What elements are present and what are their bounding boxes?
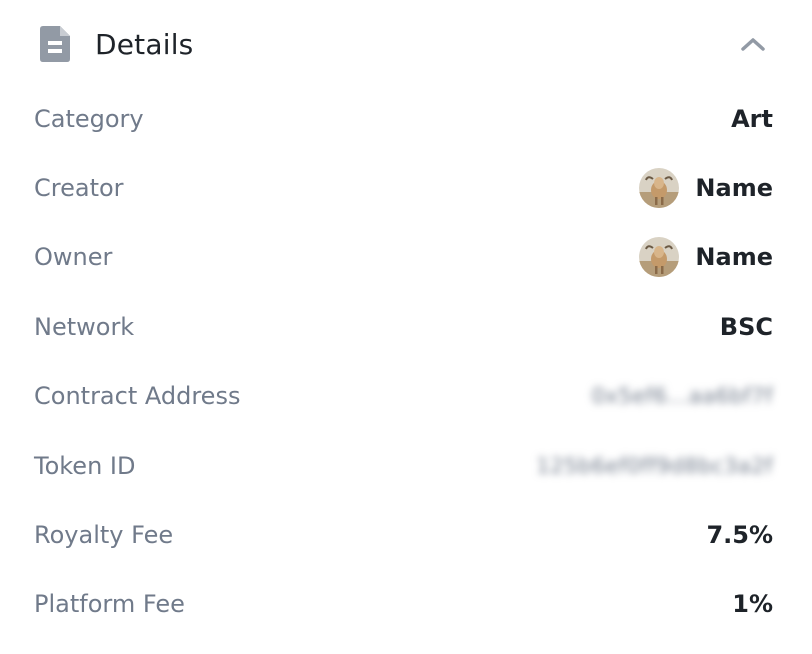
royalty-fee-value: 7.5% [706, 521, 773, 550]
detail-row-category: Category Art [34, 84, 773, 153]
network-label: Network [34, 312, 135, 341]
detail-row-token-id: Token ID 125b6ef0ff9d8bc3a2f [34, 431, 773, 500]
detail-row-contract-address: Contract Address 0x5ef6...aa6bf7f [34, 362, 773, 431]
token-id-value: 125b6ef0ff9d8bc3a2f [536, 453, 773, 478]
detail-row-royalty-fee: Royalty Fee 7.5% [34, 500, 773, 569]
royalty-fee-label: Royalty Fee [34, 521, 174, 550]
detail-row-platform-fee: Platform Fee 1% [34, 570, 773, 639]
creator-name[interactable]: Name [695, 174, 773, 202]
owner-link[interactable]: Name [639, 237, 773, 278]
details-list: Category Art Creator Name Owner Name Net… [34, 84, 773, 639]
creator-avatar[interactable] [639, 168, 680, 209]
chevron-up-icon[interactable] [740, 34, 766, 54]
creator-link[interactable]: Name [639, 168, 773, 209]
platform-fee-label: Platform Fee [34, 590, 185, 619]
category-label: Category [34, 104, 144, 133]
document-icon [40, 26, 70, 62]
details-header[interactable]: Details [34, 14, 778, 74]
detail-row-creator: Creator Name [34, 153, 773, 222]
owner-name[interactable]: Name [695, 243, 773, 271]
contract-address-label: Contract Address [34, 382, 241, 411]
token-id-label: Token ID [34, 451, 136, 480]
section-title: Details [95, 27, 194, 61]
details-panel: Details Category Art Creator Name Owner … [0, 0, 812, 654]
owner-avatar[interactable] [639, 237, 680, 278]
detail-row-owner: Owner Name [34, 223, 773, 292]
creator-label: Creator [34, 174, 124, 203]
owner-label: Owner [34, 243, 113, 272]
category-value: Art [731, 104, 773, 133]
platform-fee-value: 1% [732, 590, 773, 619]
network-value: BSC [719, 312, 773, 341]
contract-address-value[interactable]: 0x5ef6...aa6bf7f [592, 384, 773, 408]
detail-row-network: Network BSC [34, 292, 773, 361]
